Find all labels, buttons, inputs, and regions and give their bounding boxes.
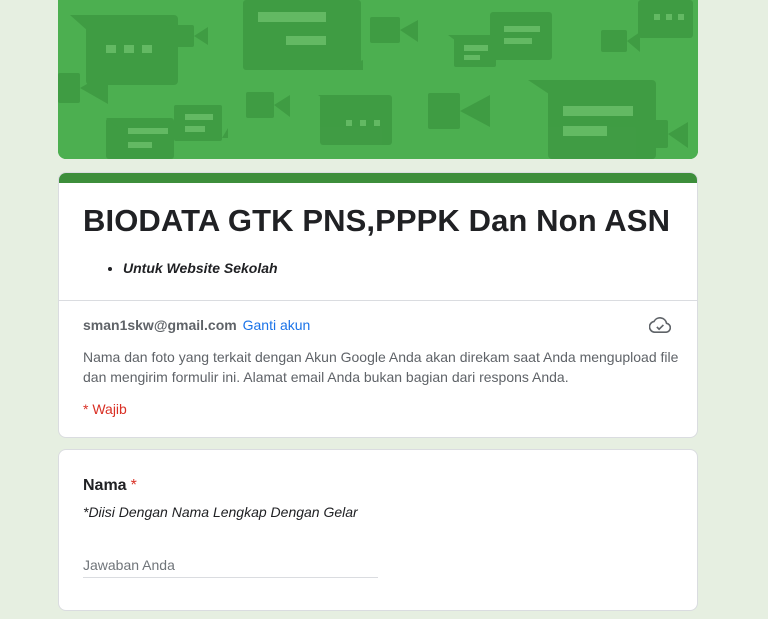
banner-chat-pattern (58, 0, 698, 159)
question-title: Nama * (83, 477, 137, 495)
required-asterisk: * (130, 477, 137, 494)
form-header-card: BIODATA GTK PNS,PPPK Dan Non ASN Untuk W… (58, 172, 698, 438)
question-card: Nama * *Diisi Dengan Nama Lengkap Dengan … (58, 449, 698, 611)
form-header-banner (58, 0, 698, 159)
form-title: BIODATA GTK PNS,PPPK Dan Non ASN (83, 203, 671, 238)
form-description-item: Untuk Website Sekolah (123, 258, 697, 278)
question-help-text: *Diisi Dengan Nama Lengkap Dengan Gelar (83, 504, 358, 520)
cloud-check-icon (649, 317, 671, 334)
privacy-notice: Nama dan foto yang terkait dengan Akun G… (83, 349, 679, 385)
account-info: sman1skw@gmail.com Ganti akun (83, 315, 310, 335)
switch-account-link[interactable]: Ganti akun (243, 317, 311, 333)
form-description: Untuk Website Sekolah (123, 258, 697, 278)
form-accent-bar (59, 173, 697, 183)
answer-input[interactable] (83, 553, 378, 578)
header-divider (59, 300, 697, 301)
question-label: Nama (83, 477, 127, 494)
account-email: sman1skw@gmail.com (83, 317, 237, 333)
required-note: * Wajib (83, 401, 127, 417)
